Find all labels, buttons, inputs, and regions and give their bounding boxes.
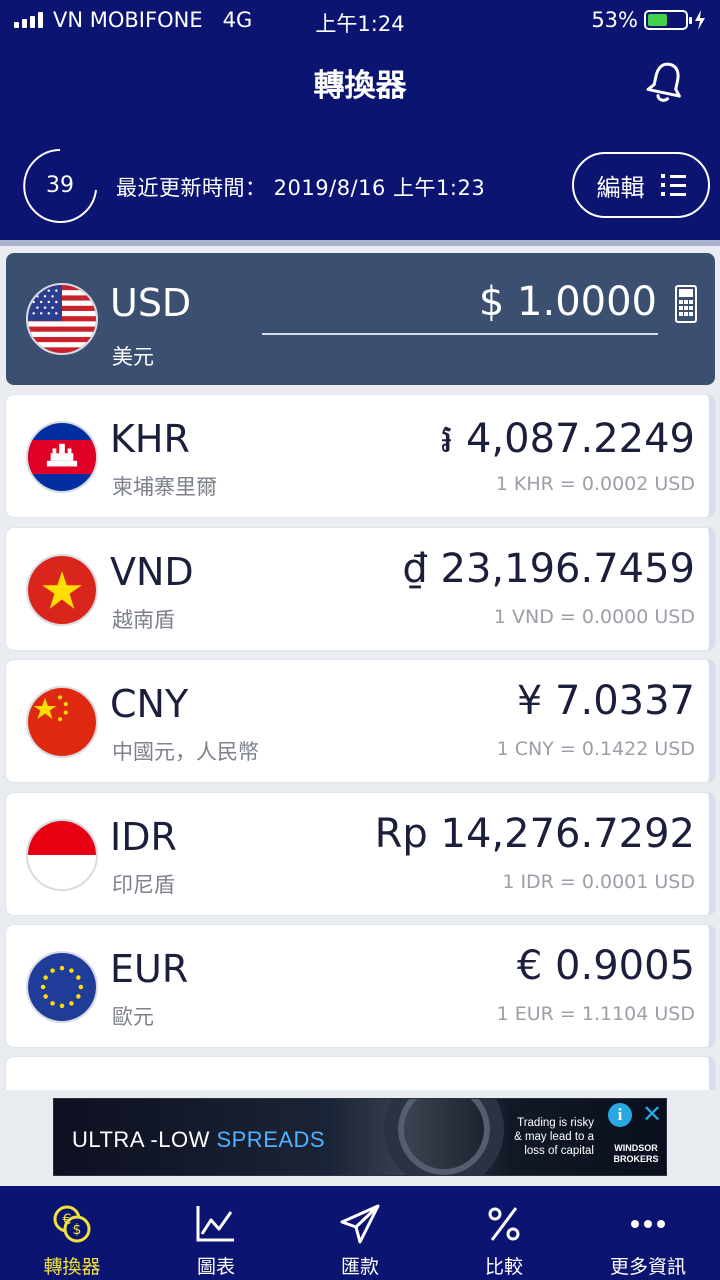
currency-row-cny[interactable]: CNY 中國元，人民幣 ¥ 7.0337 1 CNY = 0.1422 USD [6,660,715,782]
send-icon [340,1204,380,1244]
currency-code: KHR [110,417,190,461]
battery-icon [644,10,692,30]
currency-code: VND [110,550,194,594]
converted-value: € 0.9005 [516,943,695,989]
indonesia-flag-icon [26,819,98,891]
charging-icon [695,10,705,30]
ad-headline-part: ULTRA -LOW [72,1127,217,1152]
converted-value: Rp 14,276.7292 [374,811,695,857]
last-updated-text: 最近更新時間： 2019/8/16 上午1:23 [116,176,486,200]
notification-bell-icon[interactable] [646,60,686,104]
currency-row-eur[interactable]: EUR 歐元 € 0.9005 1 EUR = 1.1104 USD [6,925,715,1047]
edit-button-label: 編輯 [596,173,645,202]
exchange-rate: 1 IDR = 0.0001 USD [502,871,695,893]
header-divider [0,240,720,246]
calculator-icon[interactable] [675,285,697,323]
nav-label: 匯款 [340,1256,379,1278]
currency-row-khr[interactable]: KHR 柬埔寨里爾 ៛ 4,087.2249 1 KHR = 0.0002 US… [6,395,715,517]
currency-row-vnd[interactable]: VND 越南盾 ₫ 23,196.7459 1 VND = 0.0000 USD [6,528,715,650]
nav-item-converter[interactable]: € $ 轉換器 [0,1186,144,1280]
currency-name: 柬埔寨里爾 [112,475,217,499]
battery-percent: 53% [591,8,638,32]
bottom-nav: € $ 轉換器 圖表 匯款 比較 更多資訊 [0,1186,720,1280]
ad-close-icon[interactable]: ✕ [639,1101,665,1127]
ad-headline: ULTRA -LOW SPREADS [72,1127,325,1153]
nav-label: 圖表 [196,1256,235,1278]
converted-value: ₫ 23,196.7459 [402,546,695,592]
converted-value: ¥ 7.0337 [516,678,695,724]
refresh-countdown[interactable]: 39 [22,148,98,224]
base-currency-name: 美元 [112,345,154,369]
more-icon [631,1220,665,1228]
base-currency-card[interactable]: USD 美元 $ 1.0000 [6,253,715,385]
exchange-rate: 1 CNY = 0.1422 USD [496,738,695,760]
currency-name: 中國元，人民幣 [112,740,259,764]
page-title: 轉換器 [313,68,407,104]
nav-label: 比較 [484,1256,523,1278]
ad-brand-logo: WINDSOR BROKERS [613,1143,659,1164]
ad-risk-text: Trading is risky & may lead to a loss of… [514,1117,594,1157]
ad-headline-highlight: SPREADS [216,1127,326,1152]
exchange-rate: 1 KHR = 0.0002 USD [495,473,695,495]
vietnam-flag-icon [26,554,98,626]
ad-info-icon[interactable]: i [608,1103,632,1127]
nav-label: 轉換器 [43,1256,101,1278]
exchange-rate: 1 VND = 0.0000 USD [493,606,695,628]
ad-banner[interactable]: ULTRA -LOW SPREADS Trading is risky & ma… [53,1098,667,1176]
percent-icon [488,1207,520,1241]
us-flag-icon [26,283,98,355]
cambodia-flag-icon [26,421,98,493]
eu-flag-icon [26,951,98,1023]
base-amount-input[interactable]: $ 1.0000 [479,279,657,325]
china-flag-icon [26,686,98,758]
currency-row-idr[interactable]: IDR 印尼盾 Rp 14,276.7292 1 IDR = 0.0001 US… [6,793,715,915]
nav-item-transfer[interactable]: 匯款 [288,1186,432,1280]
svg-text:$: $ [73,1222,82,1238]
converted-value: ៛ 4,087.2249 [440,416,695,462]
nav-item-chart[interactable]: 圖表 [144,1186,288,1280]
base-currency-code: USD [110,281,192,325]
list-icon [660,174,686,196]
currency-code: CNY [110,682,189,726]
svg-text:€: € [63,1212,72,1228]
chart-icon [196,1206,234,1242]
currency-name: 歐元 [112,1005,154,1029]
status-bar: VN MOBIFONE 4G 上午1:24 53% [0,0,720,40]
currency-name: 越南盾 [112,608,175,632]
nav-label: 更多資訊 [609,1256,686,1278]
amount-underline [262,333,658,335]
currency-code: IDR [110,815,177,859]
exchange-rate: 1 EUR = 1.1104 USD [496,1003,695,1025]
app-header: VN MOBIFONE 4G 上午1:24 53% 轉換器 39 最近更新時間：… [0,0,720,244]
currency-name: 印尼盾 [112,873,175,897]
ad-graphic [384,1099,504,1175]
currency-code: EUR [110,947,189,991]
nav-item-compare[interactable]: 比較 [432,1186,576,1280]
nav-item-more[interactable]: 更多資訊 [576,1186,720,1280]
edit-button[interactable]: 編輯 [572,152,710,218]
currency-exchange-icon: € $ [53,1205,91,1243]
